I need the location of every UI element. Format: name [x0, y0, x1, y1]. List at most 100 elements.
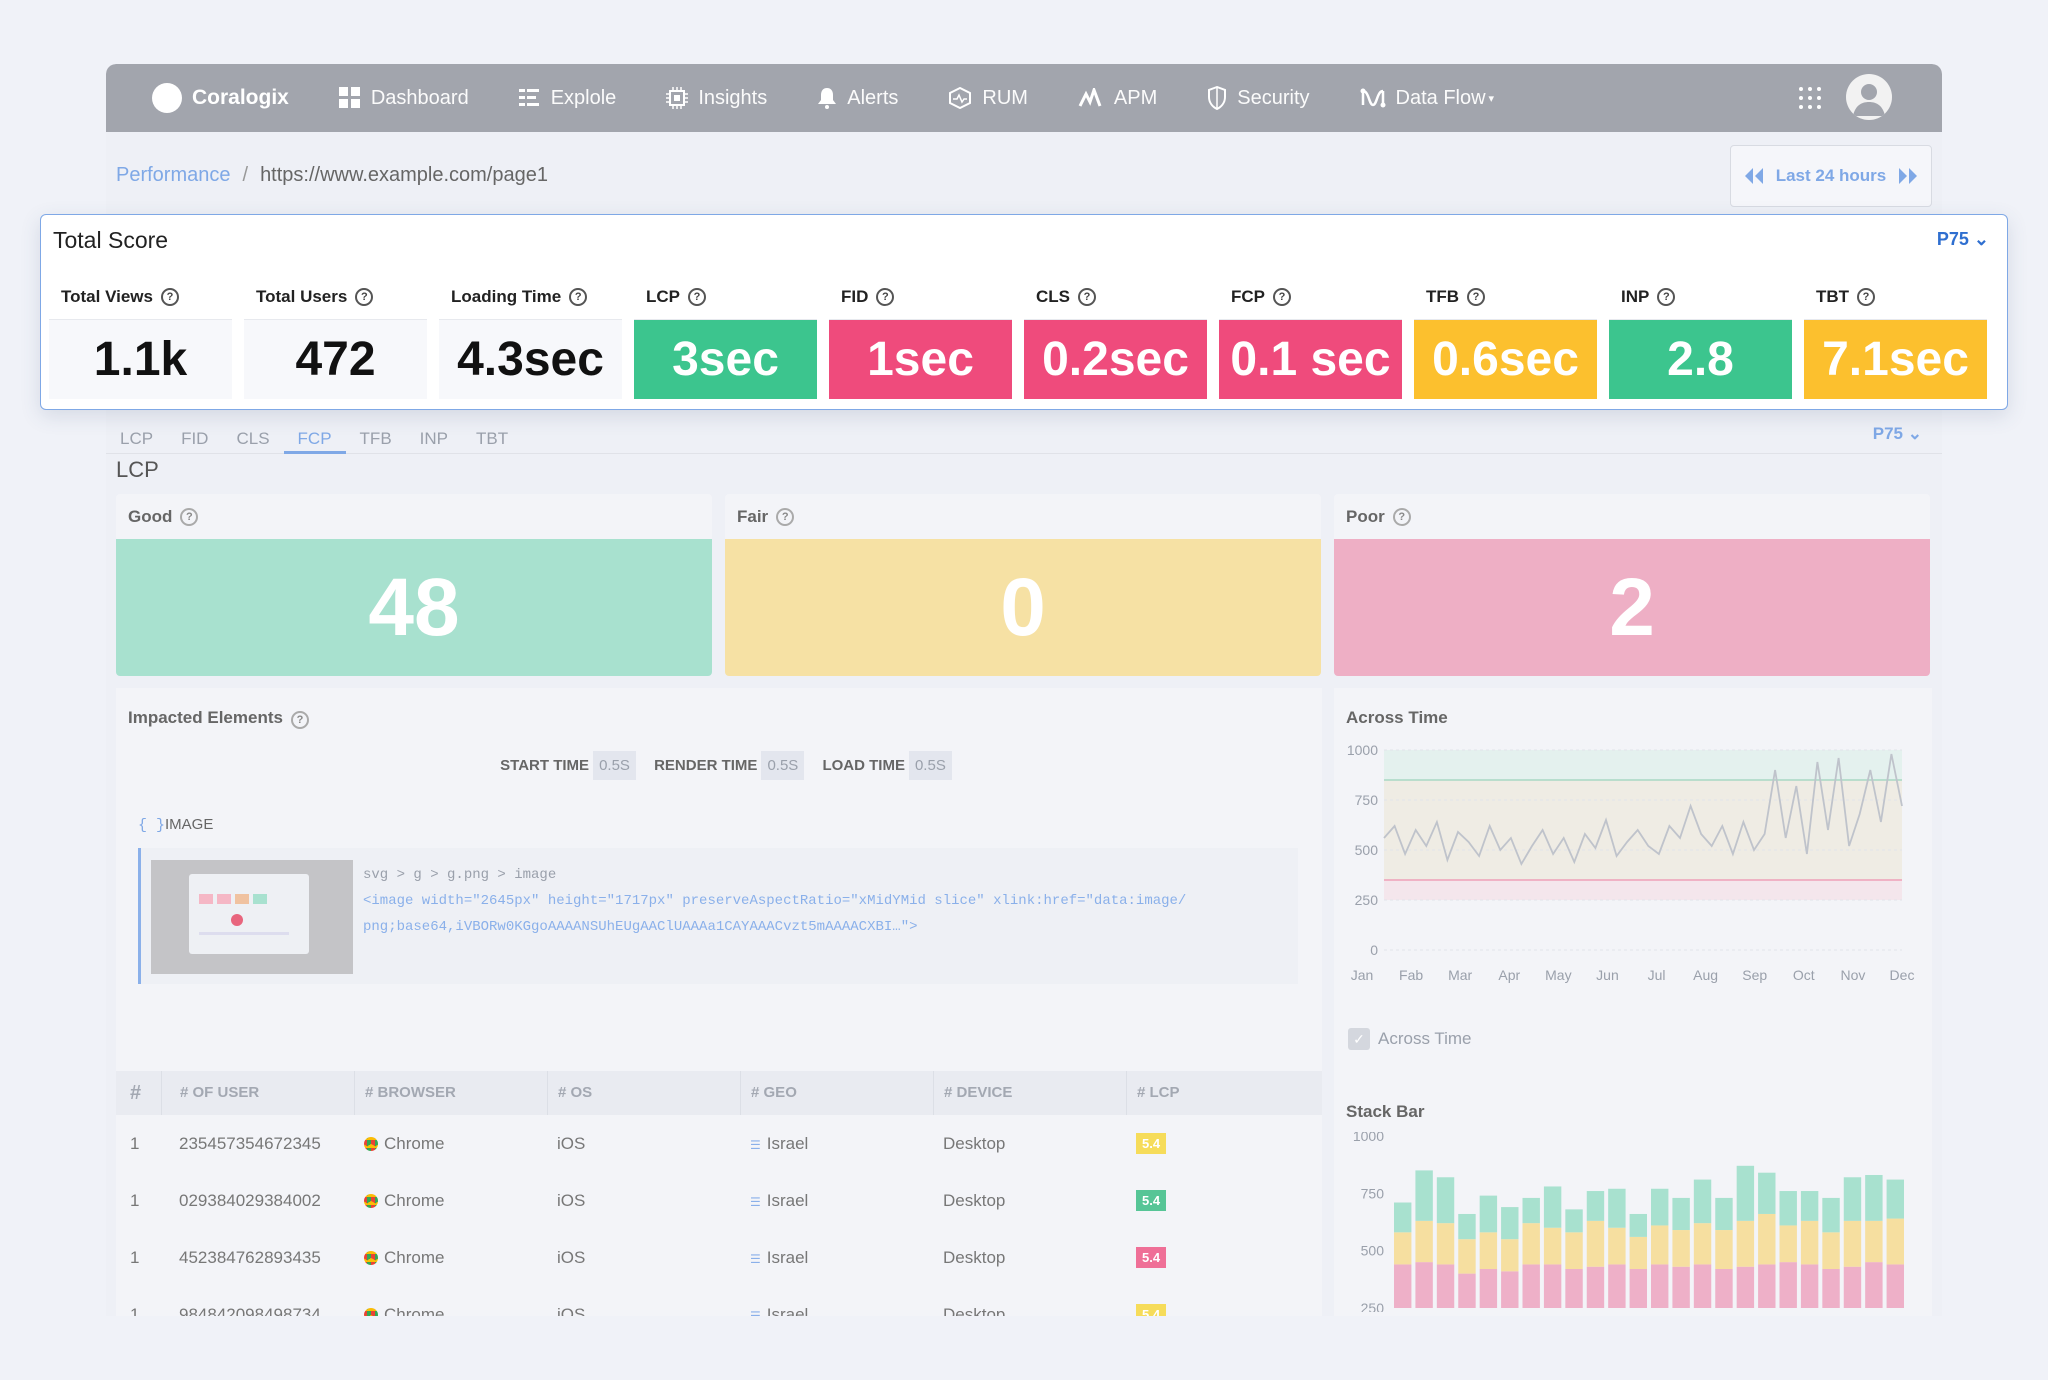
help-icon[interactable]: ?	[876, 288, 895, 306]
column-header-geo[interactable]: # GEO	[740, 1071, 933, 1115]
nav-item-security[interactable]: Security	[1207, 86, 1310, 110]
percentile-dropdown[interactable]: P75 ⌄	[1937, 229, 1989, 250]
os-cell: iOS	[557, 1304, 586, 1317]
help-icon[interactable]: ?	[1467, 288, 1486, 306]
nav-item-apm[interactable]: APM	[1078, 87, 1157, 110]
metric-card-cls[interactable]: CLS? 0.2sec	[1024, 275, 1207, 399]
table-row[interactable]: 1 235457354672345 Chrome iOS ☰ Israel Desktop 5…	[116, 1115, 1322, 1172]
nav-item-explore[interactable]: Explole	[518, 87, 616, 110]
help-icon[interactable]: ?	[776, 507, 795, 526]
help-icon[interactable]: ?	[355, 288, 374, 306]
column-header-lcp[interactable]: # LCP	[1126, 1071, 1322, 1115]
column-header-index[interactable]: #	[116, 1082, 161, 1105]
tab-inp[interactable]: INP	[406, 404, 462, 454]
geo-name: Israel	[766, 1190, 809, 1210]
nav-item-insights[interactable]: Insights	[666, 87, 767, 110]
help-icon[interactable]: ?	[1657, 288, 1676, 306]
bar-segment-poor	[1800, 1264, 1819, 1308]
bar-segment-fair	[1479, 1232, 1498, 1270]
metric-card-inp[interactable]: INP? 2.8	[1609, 275, 1792, 399]
metric-card-total-users[interactable]: Total Users? 472	[244, 275, 427, 399]
help-icon[interactable]: ?	[1392, 507, 1411, 526]
metric-label: TFB	[1426, 287, 1460, 306]
help-icon[interactable]: ?	[688, 288, 706, 306]
help-icon[interactable]: ?	[1273, 288, 1291, 306]
time-range-picker[interactable]: Last 24 hours	[1730, 145, 1932, 207]
metric-label-row: FCP?	[1219, 275, 1402, 320]
nav-item-label: Data Flow	[1395, 86, 1486, 109]
column-header-device[interactable]: # DEVICE	[933, 1071, 1126, 1115]
os-cell: iOS	[557, 1247, 586, 1267]
next-range-icon[interactable]	[1898, 168, 1918, 184]
chrome-icon	[364, 1251, 378, 1266]
bar-segment-poor	[1651, 1264, 1669, 1308]
y-tick-label: 250	[1361, 1300, 1385, 1312]
metric-card-loading-time[interactable]: Loading Time? 4.3sec	[439, 275, 622, 399]
chrome-icon	[364, 1194, 378, 1209]
row-index: 1	[130, 1190, 140, 1210]
nav-item-rum[interactable]: RUM	[948, 87, 1028, 110]
previous-range-icon[interactable]	[1744, 168, 1764, 184]
help-icon[interactable]: ?	[1857, 288, 1876, 306]
metric-card-total-views[interactable]: Total Views? 1.1k	[49, 275, 232, 399]
tab-cls[interactable]: CLS	[222, 404, 283, 454]
nav-item-label: Security	[1237, 86, 1310, 109]
help-icon[interactable]: ?	[1078, 288, 1096, 306]
nav-item-dashboard[interactable]: Dashboard	[338, 86, 469, 110]
distribution-fair-card: Fair? 0	[725, 494, 1321, 676]
metric-label: CLS	[1036, 287, 1070, 306]
metric-card-fcp[interactable]: FCP? 0.1 sec	[1219, 275, 1402, 399]
brand-logo[interactable]: Coralogix	[152, 83, 289, 113]
users-table: # # OF USER # BROWSER # OS # GEO # DEVIC…	[116, 1071, 1322, 1316]
nav-item-data-flow[interactable]: Data Flow ▾	[1360, 86, 1495, 110]
breadcrumb-performance-link[interactable]: Performance	[116, 164, 231, 186]
poor-zone	[1384, 880, 1902, 900]
tabs-percentile-dropdown[interactable]: P75 ⌄	[1873, 424, 1922, 444]
table-row[interactable]: 1 452384762893435 Chrome iOS ☰ Israel Desktop 5…	[116, 1229, 1322, 1286]
avatar[interactable]	[1846, 74, 1892, 120]
bar-segment-poor	[1693, 1264, 1712, 1308]
help-icon[interactable]: ?	[569, 288, 588, 306]
help-icon[interactable]: ?	[160, 288, 179, 306]
breadcrumb-separator: /	[242, 164, 249, 186]
tab-fcp[interactable]: FCP	[283, 404, 346, 454]
column-header-user[interactable]: # OF USER	[161, 1071, 354, 1115]
device-cell: Desktop	[943, 1247, 1006, 1267]
table-row[interactable]: 1 984842098498734 Chrome iOS ☰ Israel Desktop 5…	[116, 1286, 1322, 1316]
tab-tfb[interactable]: TFB	[346, 404, 406, 454]
metric-card-tbt[interactable]: TBT? 7.1sec	[1804, 275, 1987, 399]
nav-item-label: Dashboard	[370, 86, 469, 109]
metric-card-fid[interactable]: FID? 1sec	[829, 275, 1012, 399]
checkbox-checked-icon[interactable]: ✓	[1348, 1028, 1370, 1050]
help-icon[interactable]: ?	[180, 507, 199, 526]
bar-segment-good	[1651, 1188, 1669, 1226]
os-cell: iOS	[557, 1190, 586, 1210]
metric-value: 0.6sec	[1414, 320, 1597, 399]
x-tick-label: Fab	[1399, 967, 1423, 983]
user-id: 452384762893435	[179, 1247, 321, 1267]
chevron-down-icon: ▾	[1488, 92, 1495, 105]
poor-count: 2	[1334, 539, 1930, 676]
nav-item-alerts[interactable]: Alerts	[817, 87, 898, 110]
help-icon[interactable]: ?	[290, 711, 309, 729]
x-tick-label: Mar	[1448, 967, 1472, 983]
metric-card-tfb[interactable]: TFB? 0.6sec	[1414, 275, 1597, 399]
os-cell: iOS	[557, 1133, 586, 1153]
impacted-elements-panel: Impacted Elements? START TIME 0.5S RENDER…	[116, 688, 1322, 1316]
column-header-browser[interactable]: # BROWSER	[354, 1071, 547, 1115]
bar-segment-poor	[1436, 1264, 1455, 1308]
column-header-os[interactable]: # OS	[547, 1071, 740, 1115]
element-thumbnail[interactable]	[151, 860, 353, 974]
tab-fid[interactable]: FID	[167, 404, 222, 454]
fair-zone	[1384, 780, 1902, 880]
table-row[interactable]: 1 029384029384002 Chrome iOS ☰ Israel Desktop 5…	[116, 1172, 1322, 1229]
bar-segment-good	[1479, 1195, 1498, 1233]
legend-across-time[interactable]: ✓ Across Time	[1348, 1028, 1472, 1050]
metric-card-lcp[interactable]: LCP? 3sec	[634, 275, 817, 399]
app-grid-icon[interactable]	[1798, 86, 1822, 110]
element-type-label: { }IMAGE	[138, 816, 213, 834]
tab-lcp[interactable]: LCP	[106, 404, 167, 454]
bar-segment-fair	[1672, 1230, 1690, 1267]
tab-tbt[interactable]: TBT	[462, 404, 522, 454]
column-label: BROWSER	[377, 1084, 456, 1101]
